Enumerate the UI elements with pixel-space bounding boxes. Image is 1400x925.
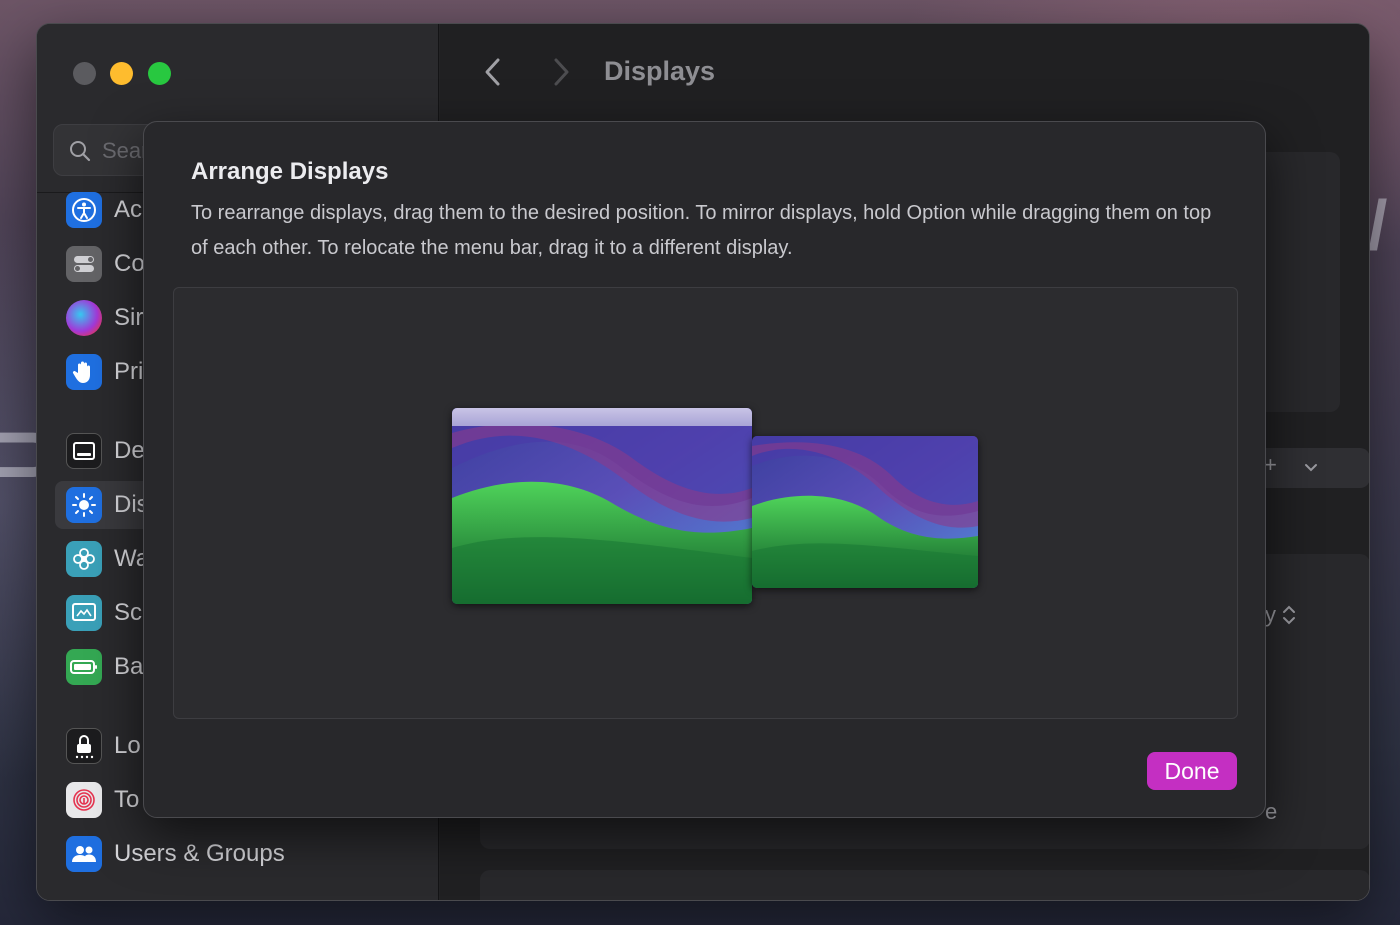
partial-setting-text: y <box>1265 602 1276 628</box>
stepper-chevrons-icon[interactable] <box>1280 602 1298 628</box>
add-display-control[interactable]: + <box>1250 448 1370 488</box>
close-window-button[interactable] <box>73 62 96 85</box>
wallpaper-flower-icon <box>66 541 102 577</box>
search-icon <box>68 139 92 163</box>
sidebar-item-label: To <box>114 786 139 814</box>
chevron-down-icon <box>1303 460 1319 476</box>
sidebar-item-label: Ac <box>114 196 142 224</box>
maximize-window-button[interactable] <box>148 62 171 85</box>
screen-saver-icon <box>66 595 102 631</box>
privacy-hand-icon <box>66 354 102 390</box>
desktop-decoration: / <box>1368 185 1387 265</box>
users-groups-icon <box>66 836 102 872</box>
sheet-description: To rearrange displays, drag them to the … <box>191 196 1221 266</box>
partial-setting-text: e <box>1265 799 1277 825</box>
menu-bar-indicator[interactable] <box>452 408 752 426</box>
sheet-title: Arrange Displays <box>191 158 388 186</box>
sidebar-item-label: Pri <box>114 358 143 386</box>
sidebar-item-label: Sir <box>114 304 143 332</box>
sidebar-item-users-groups[interactable]: Users & Groups <box>55 830 425 878</box>
display-arrangement-area <box>173 287 1238 719</box>
secondary-display[interactable] <box>752 436 978 588</box>
desktop-dock-icon <box>66 433 102 469</box>
sidebar-item-label: Ba <box>114 653 143 681</box>
minimize-window-button[interactable] <box>110 62 133 85</box>
arrange-displays-sheet: Arrange Displays To rearrange displays, … <box>143 121 1266 818</box>
forward-chevron-icon[interactable] <box>546 54 576 90</box>
done-button[interactable]: Done <box>1147 752 1237 790</box>
siri-icon <box>66 300 102 336</box>
sidebar-item-label: Users & Groups <box>114 840 285 868</box>
sidebar-item-label: Sc <box>114 599 142 627</box>
main-display[interactable] <box>452 408 752 604</box>
page-title: Displays <box>604 56 715 87</box>
brightness-settings-card <box>480 870 1370 901</box>
sidebar-item-label: Lo <box>114 732 141 760</box>
sidebar-item-label: De <box>114 437 145 465</box>
touch-id-icon <box>66 782 102 818</box>
sidebar-item-label: Co <box>114 250 145 278</box>
displays-sun-icon <box>66 487 102 523</box>
lock-screen-icon <box>66 728 102 764</box>
wallpaper-image <box>452 408 752 604</box>
accessibility-icon <box>66 192 102 228</box>
battery-icon <box>66 649 102 685</box>
back-chevron-icon[interactable] <box>478 54 508 90</box>
wallpaper-image <box>752 436 978 588</box>
control-centre-icon <box>66 246 102 282</box>
